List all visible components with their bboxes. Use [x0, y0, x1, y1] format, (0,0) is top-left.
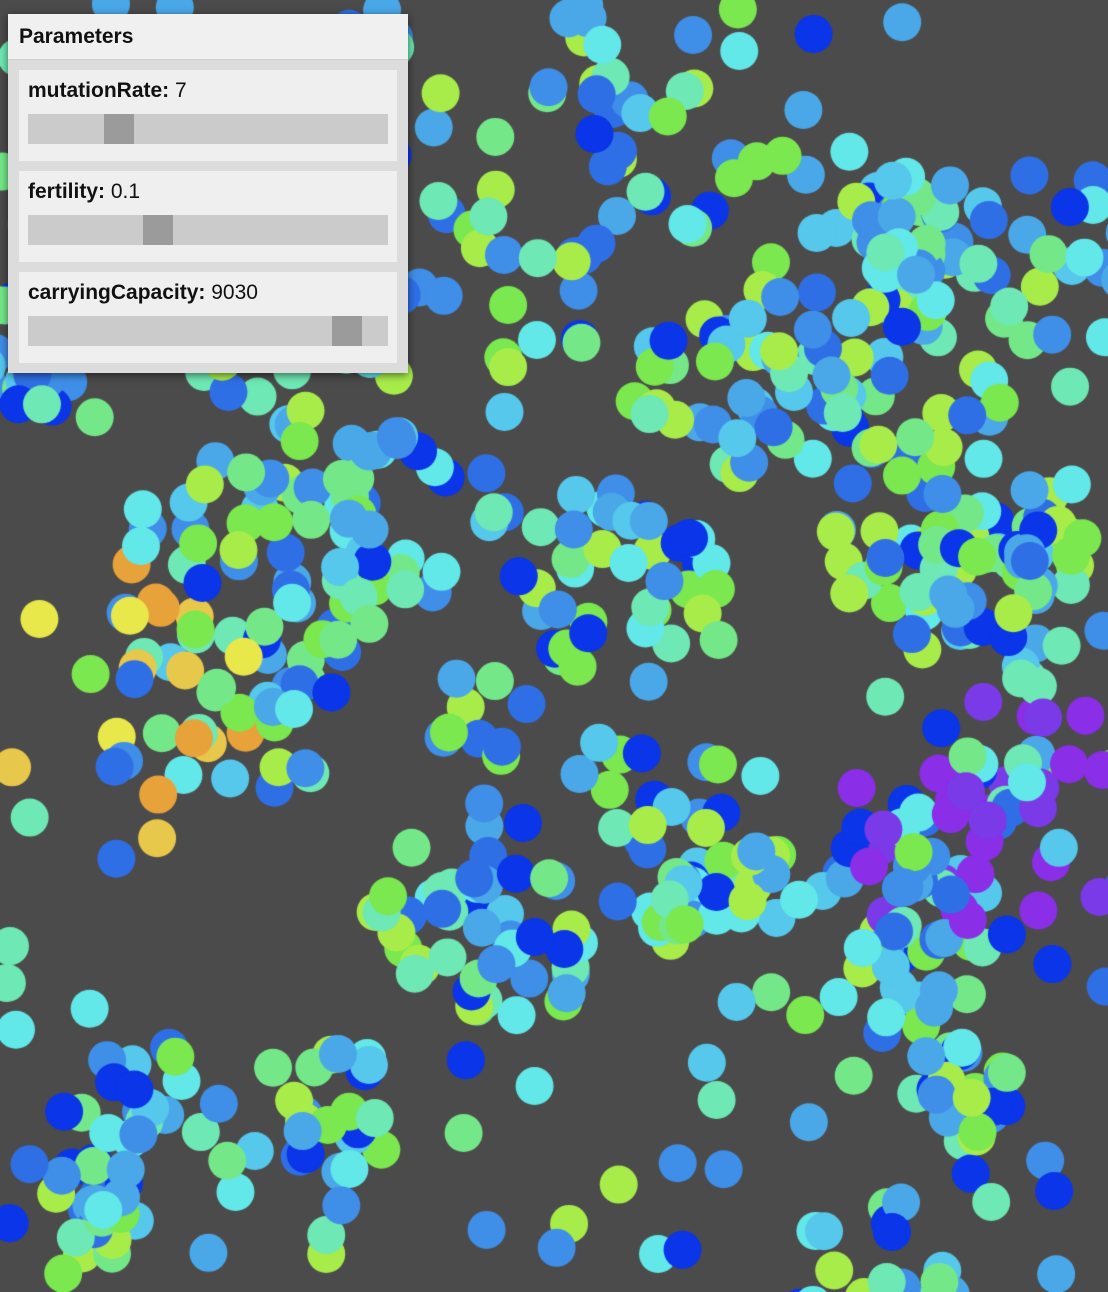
fertility-slider[interactable]: [28, 215, 388, 245]
panel-title: Parameters: [8, 14, 408, 60]
param-fertility: fertility: 0.1: [19, 171, 397, 262]
carrying-capacity-slider[interactable]: [28, 316, 388, 346]
param-value: 0.1: [110, 180, 141, 203]
param-name: carryingCapacity:: [28, 281, 206, 304]
mutation-rate-slider[interactable]: [28, 114, 388, 144]
param-value: 7: [175, 79, 187, 102]
param-mutation-rate: mutationRate: 7: [19, 70, 397, 161]
param-value: 9030: [211, 281, 258, 304]
param-name: mutationRate:: [28, 79, 170, 102]
slider-thumb[interactable]: [104, 114, 134, 144]
slider-thumb[interactable]: [143, 215, 173, 245]
slider-thumb[interactable]: [332, 316, 362, 346]
parameters-panel: Parameters mutationRate: 7 fertility: 0.…: [8, 14, 408, 373]
param-carrying-capacity: carryingCapacity: 9030: [19, 272, 397, 363]
param-name: fertility:: [28, 180, 106, 203]
